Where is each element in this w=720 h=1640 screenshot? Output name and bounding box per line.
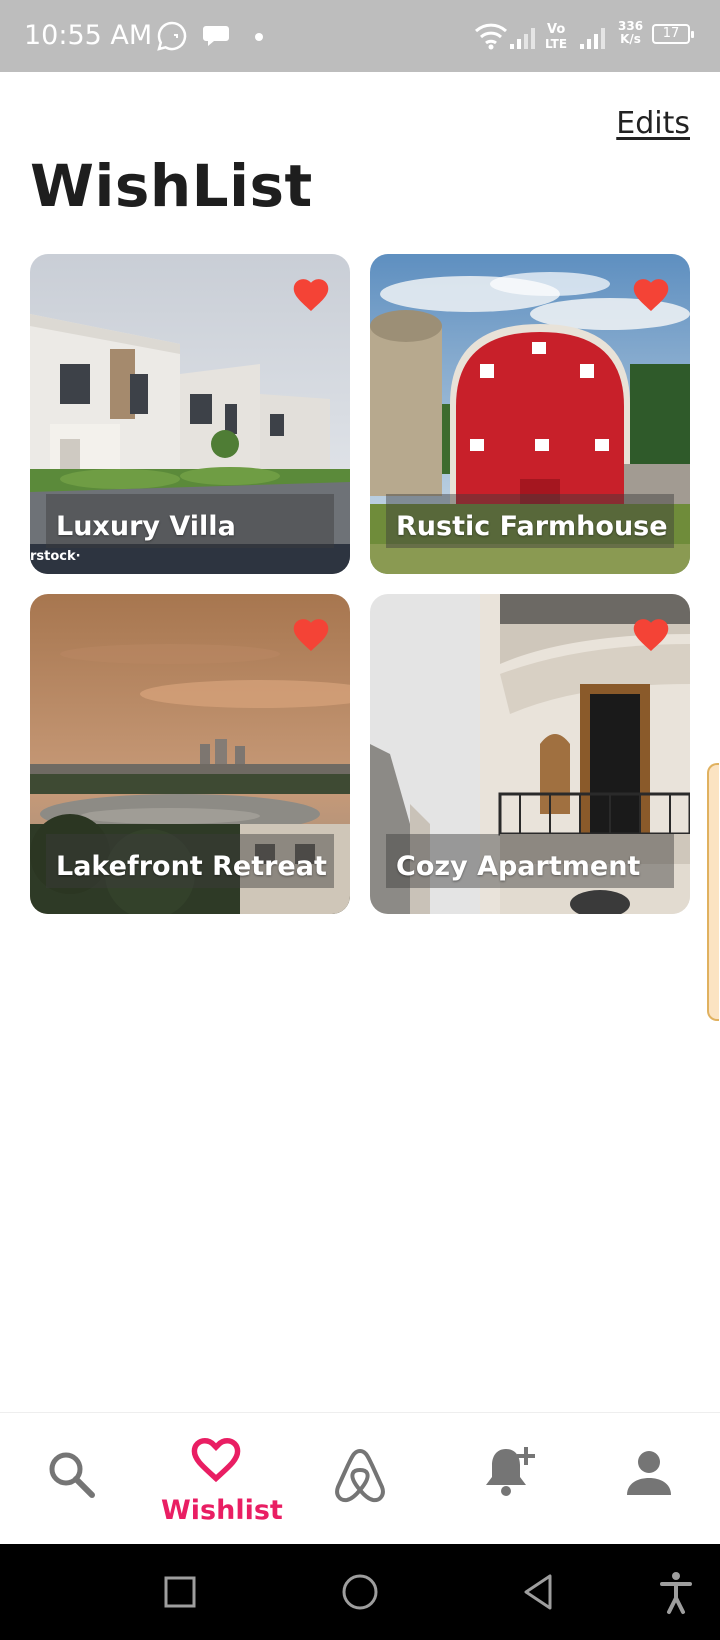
nav-item-profile[interactable]: [598, 1413, 708, 1545]
heart-filled-icon[interactable]: [630, 274, 672, 312]
network-speed: 336 K/s: [618, 20, 643, 46]
card-title: Luxury Villa: [56, 511, 236, 542]
heart-filled-icon[interactable]: [630, 614, 672, 652]
battery-level: 17: [662, 26, 680, 41]
system-nav-bar: [0, 1544, 720, 1640]
signal-icon: [580, 28, 605, 49]
bottom-nav: Wishlist: [0, 1412, 720, 1545]
airbnb-logo-icon: [335, 1449, 385, 1503]
heart-icon: [191, 1437, 241, 1483]
volte-icon: Vo LTE: [545, 22, 567, 51]
search-icon: [49, 1452, 95, 1498]
back-icon[interactable]: [520, 1544, 560, 1640]
page-title: WishList: [30, 152, 313, 220]
edits-link[interactable]: Edits: [616, 106, 690, 141]
card-title: Rustic Farmhouse: [396, 511, 668, 542]
bell-plus-icon: [486, 1447, 535, 1496]
heart-filled-icon[interactable]: [290, 274, 332, 312]
svg-text:LTE: LTE: [545, 37, 567, 51]
wishlist-card-rustic-farmhouse[interactable]: Rustic Farmhouse: [370, 254, 690, 574]
svg-text:rstock·: rstock·: [30, 549, 81, 564]
accessibility-icon[interactable]: [656, 1544, 696, 1640]
wishlist-card-luxury-villa[interactable]: rstock· Luxury Villa: [30, 254, 350, 574]
profile-icon: [627, 1451, 671, 1495]
card-title: Lakefront Retreat: [56, 851, 327, 882]
svg-text:Vo: Vo: [547, 22, 565, 37]
nav-label-wishlist: Wishlist: [161, 1495, 283, 1526]
wifi-icon: [474, 23, 508, 50]
battery-icon: 17: [652, 24, 694, 44]
whatsapp-icon: [157, 21, 187, 51]
nav-item-explore[interactable]: [305, 1413, 415, 1545]
status-bar: 10:55 AM Vo LTE 336 K/s 17: [0, 0, 720, 72]
wishlist-card-lakefront-retreat[interactable]: Lakefront Retreat: [30, 594, 350, 914]
wishlist-card-cozy-apartment[interactable]: Cozy Apartment: [370, 594, 690, 914]
home-icon[interactable]: [340, 1544, 380, 1640]
nav-item-wishlist[interactable]: Wishlist: [161, 1413, 283, 1545]
dot-icon: [255, 33, 263, 41]
network-speed-unit: K/s: [620, 32, 641, 46]
signal-icon: [510, 28, 535, 49]
nav-item-notifications[interactable]: [452, 1413, 562, 1545]
nav-item-search[interactable]: [15, 1413, 125, 1545]
scroll-indicator[interactable]: [707, 763, 719, 1021]
heart-filled-icon[interactable]: [290, 614, 332, 652]
card-title: Cozy Apartment: [396, 851, 641, 882]
status-time: 10:55 AM: [24, 20, 153, 51]
recent-apps-icon[interactable]: [160, 1544, 200, 1640]
chat-bubble-icon: [203, 26, 229, 46]
